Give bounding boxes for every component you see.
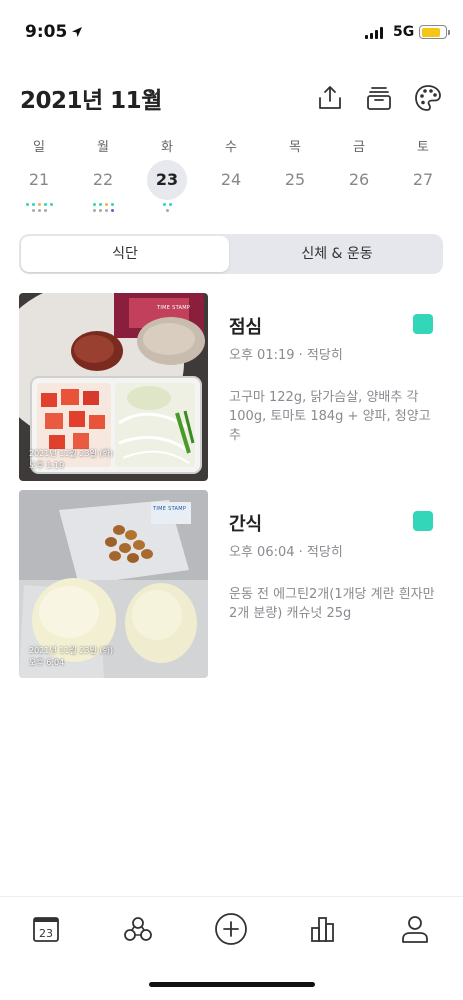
month-title[interactable]: 2021년 11월: [20, 81, 162, 115]
meal-color-badge: [413, 511, 433, 531]
segmented-control: 식단 신체 & 운동: [19, 234, 443, 274]
meal-card[interactable]: TIME STAMP 2021년 11월 23일 (화) 오후 1:19 점심 …: [19, 293, 443, 481]
date-cell[interactable]: 21: [19, 160, 59, 200]
date-cell[interactable]: 22: [83, 160, 123, 200]
network-type: 5G: [393, 24, 415, 40]
date-cell[interactable]: 25: [275, 160, 315, 200]
weekday-label: 수: [225, 140, 237, 155]
cellular-signal-icon: [365, 27, 383, 39]
date-cell[interactable]: 26: [339, 160, 379, 200]
statistics-icon[interactable]: [305, 911, 341, 947]
add-icon[interactable]: [213, 911, 249, 947]
header: 2021년 11월: [0, 75, 463, 120]
battery-icon: [419, 25, 447, 39]
location-arrow-icon: [72, 27, 82, 37]
palette-icon[interactable]: [413, 83, 443, 113]
battery-cap: [448, 30, 450, 35]
calendar-icon[interactable]: 23: [28, 911, 64, 947]
meal-title: 점심: [229, 317, 263, 338]
record-dots: [147, 203, 187, 212]
meal-description: 운동 전 에그틴2개(1개당 계란 흰자만 2개 분량) 캐슈넛 25g: [229, 587, 435, 621]
weekday-label: 화: [161, 140, 173, 155]
status-time: 9:05: [25, 22, 68, 42]
profile-icon[interactable]: [397, 911, 433, 947]
weekday-label: 월: [97, 140, 109, 155]
share-icon[interactable]: [315, 83, 345, 113]
date-cell-selected[interactable]: 23: [147, 160, 187, 200]
photo-timestamp-time: 오후 6:04: [29, 658, 65, 667]
meal-time-amount: 오후 06:04 · 적당히: [229, 545, 343, 560]
meal-time-amount: 오후 01:19 · 적당히: [229, 348, 343, 363]
record-dots: [83, 203, 123, 212]
weekday-row: 일 월 화 수 목 금 토: [0, 136, 463, 156]
photo-timestamp-date: 2021년 11월 23일 (화): [29, 646, 114, 655]
photo-watermark: TIME STAMP: [157, 305, 191, 311]
meal-photo[interactable]: TIME STAMP 2021년 11월 23일 (화) 오후 6:04: [19, 490, 208, 678]
meal-photo[interactable]: TIME STAMP 2021년 11월 23일 (화) 오후 1:19: [19, 293, 208, 481]
tab-diet[interactable]: 식단: [21, 236, 229, 272]
date-cell[interactable]: 27: [403, 160, 443, 200]
photo-timestamp-time: 오후 1:19: [29, 461, 65, 470]
record-dots: [19, 203, 59, 212]
tab-body-exercise[interactable]: 신체 & 운동: [233, 236, 441, 272]
date-cell[interactable]: 24: [211, 160, 251, 200]
meal-card[interactable]: TIME STAMP 2021년 11월 23일 (화) 오후 6:04 간식 …: [19, 490, 443, 678]
calendar-icon-label: 23: [39, 927, 53, 940]
weekday-label: 금: [353, 140, 365, 155]
chevron-down-icon[interactable]: [147, 89, 161, 99]
date-row: 21 22 23 24 25 26 27: [0, 160, 463, 220]
meal-description: 고구마 122g, 닭가슴살, 양배추 각 100g, 토마토 184g + 양…: [229, 390, 431, 443]
meal-title: 간식: [229, 514, 263, 535]
status-bar: 9:05 5G: [0, 0, 463, 60]
home-indicator: [149, 982, 315, 987]
meal-color-badge: [413, 314, 433, 334]
community-icon[interactable]: [120, 911, 156, 947]
weekday-label: 목: [289, 140, 301, 155]
weekday-label: 일: [33, 140, 45, 155]
archive-icon[interactable]: [364, 83, 394, 113]
weekday-label: 토: [417, 140, 429, 155]
photo-timestamp-date: 2021년 11월 23일 (화): [29, 449, 114, 458]
photo-watermark: TIME STAMP: [153, 506, 187, 512]
